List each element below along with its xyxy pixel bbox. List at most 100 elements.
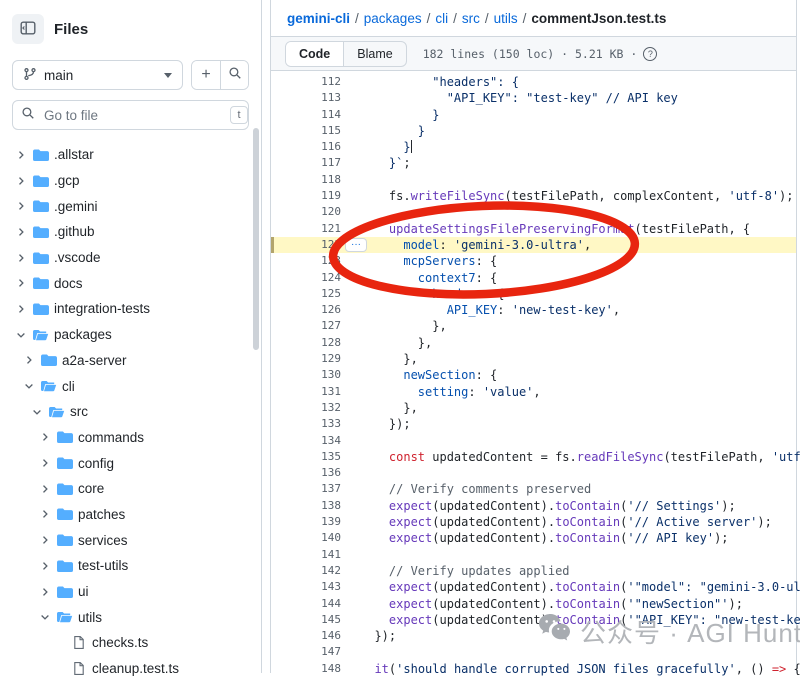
line-number[interactable]: 145 [271, 612, 341, 628]
line-number[interactable]: 144 [271, 596, 341, 612]
tree-item-dot-github[interactable]: .github [0, 219, 261, 245]
tree-item-src[interactable]: src [0, 399, 261, 425]
tree-item-test-utils[interactable]: test-utils [0, 553, 261, 579]
line-number[interactable]: 113 [271, 90, 341, 106]
chevron-right-icon[interactable] [38, 456, 52, 470]
code-line-147: 147 [271, 644, 796, 660]
folder-open-icon [41, 378, 57, 394]
line-number[interactable]: 118 [271, 172, 341, 188]
tree-item-dot-allstar[interactable]: .allstar [0, 142, 261, 168]
search-button[interactable] [220, 61, 248, 89]
line-number[interactable]: 125 [271, 286, 341, 302]
tree-item-integration-tests[interactable]: integration-tests [0, 296, 261, 322]
line-number[interactable]: 126 [271, 302, 341, 318]
breadcrumb-segment[interactable]: utils [494, 11, 518, 26]
tree-item-services[interactable]: services [0, 527, 261, 553]
line-number[interactable]: 140 [271, 530, 341, 546]
line-number[interactable]: 139 [271, 514, 341, 530]
tree-item-patches[interactable]: patches [0, 502, 261, 528]
breadcrumb-segment[interactable]: src [462, 11, 480, 26]
file-info-icon[interactable]: ? [643, 47, 657, 61]
add-file-button[interactable]: + [192, 61, 220, 89]
line-number[interactable]: 123 [271, 253, 341, 269]
line-number[interactable]: 129 [271, 351, 341, 367]
tab-code[interactable]: Code [286, 42, 344, 66]
chevron-right-icon[interactable] [14, 302, 28, 316]
breadcrumb-segment[interactable]: packages [364, 11, 422, 26]
line-number[interactable]: 119 [271, 188, 341, 204]
line-number[interactable]: 137 [271, 481, 341, 497]
line-number[interactable]: 131 [271, 384, 341, 400]
code-text: newSection: { [360, 367, 497, 383]
line-number[interactable]: 124 [271, 270, 341, 286]
line-number[interactable]: 116 [271, 139, 341, 155]
chevron-right-icon[interactable] [14, 199, 28, 213]
line-number[interactable]: 114 [271, 107, 341, 123]
line-number[interactable]: 133 [271, 416, 341, 432]
line-number[interactable]: 141 [271, 547, 341, 563]
line-number[interactable]: 120 [271, 204, 341, 220]
line-number[interactable]: 121 [271, 221, 341, 237]
collapse-sidebar-button[interactable] [12, 14, 44, 44]
tree-item-cli[interactable]: cli [0, 373, 261, 399]
chevron-down-icon[interactable] [22, 379, 36, 393]
chevron-right-icon[interactable] [14, 148, 28, 162]
chevron-right-icon[interactable] [14, 174, 28, 188]
tree-item-ui[interactable]: ui [0, 579, 261, 605]
line-number[interactable]: 130 [271, 367, 341, 383]
tree-item-docs[interactable]: docs [0, 270, 261, 296]
line-number[interactable]: 135 [271, 449, 341, 465]
line-number[interactable]: 112 [271, 74, 341, 90]
tree-item-dot-gemini[interactable]: .gemini [0, 193, 261, 219]
line-number[interactable]: 147 [271, 644, 341, 660]
line-number[interactable]: 143 [271, 579, 341, 595]
code-text: expect(updatedContent).toContain('// Set… [360, 498, 736, 514]
sidebar-scrollbar-thumb[interactable] [253, 128, 259, 350]
line-number[interactable]: 146 [271, 628, 341, 644]
tree-item-config[interactable]: config [0, 450, 261, 476]
go-to-file-input[interactable] [42, 107, 223, 124]
chevron-right-icon[interactable] [14, 225, 28, 239]
line-actions-ellipsis-button[interactable]: ··· [345, 238, 367, 252]
tree-item-packages[interactable]: packages [0, 322, 261, 348]
line-number[interactable]: 117 [271, 155, 341, 171]
chevron-right-icon[interactable] [22, 353, 36, 367]
chevron-right-icon[interactable] [38, 482, 52, 496]
chevron-right-icon[interactable] [38, 507, 52, 521]
code-text: expect(updatedContent).toContain('// Act… [360, 514, 772, 530]
breadcrumb-separator: / [523, 11, 527, 26]
chevron-right-icon[interactable] [14, 276, 28, 290]
chevron-down-icon[interactable] [38, 610, 52, 624]
line-number[interactable]: 138 [271, 498, 341, 514]
line-number[interactable]: 128 [271, 335, 341, 351]
line-number[interactable]: 115 [271, 123, 341, 139]
tree-item-dot-vscode[interactable]: .vscode [0, 245, 261, 271]
chevron-right-icon[interactable] [38, 533, 52, 547]
tab-blame[interactable]: Blame [344, 42, 405, 66]
tree-item-checks.ts[interactable]: checks.ts [0, 630, 261, 656]
line-number[interactable]: 136 [271, 465, 341, 481]
tree-item-core[interactable]: core [0, 476, 261, 502]
chevron-right-icon[interactable] [38, 430, 52, 444]
line-number[interactable]: 134 [271, 433, 341, 449]
code-text: expect(updatedContent).toContain('"model… [360, 579, 800, 595]
line-number[interactable]: 132 [271, 400, 341, 416]
tree-item-cleanup.test.ts[interactable]: cleanup.test.ts [0, 656, 261, 681]
chevron-down-icon[interactable] [14, 328, 28, 342]
chevron-right-icon[interactable] [38, 559, 52, 573]
tree-item-a2a-server[interactable]: a2a-server [0, 348, 261, 374]
breadcrumb-repo[interactable]: gemini-cli [287, 11, 350, 26]
chevron-right-icon[interactable] [14, 251, 28, 265]
breadcrumb-segment[interactable]: cli [435, 11, 448, 26]
branch-selector[interactable]: main [12, 60, 183, 90]
chevron-right-icon[interactable] [38, 585, 52, 599]
line-number[interactable]: 127 [271, 318, 341, 334]
tree-item-commands[interactable]: commands [0, 425, 261, 451]
code-line-118: 118 [271, 172, 796, 188]
line-number[interactable]: 122 [271, 237, 341, 253]
line-number[interactable]: 148 [271, 661, 341, 677]
tree-item-utils[interactable]: utils [0, 604, 261, 630]
chevron-down-icon[interactable] [30, 405, 44, 419]
line-number[interactable]: 142 [271, 563, 341, 579]
tree-item-dot-gcp[interactable]: .gcp [0, 168, 261, 194]
